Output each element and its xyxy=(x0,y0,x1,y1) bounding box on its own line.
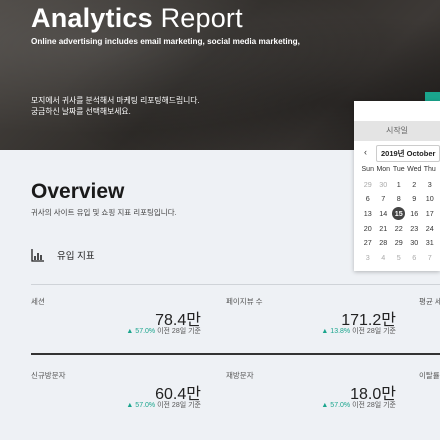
metric-label: 신규방문자 xyxy=(31,371,66,380)
calendar-day[interactable]: 29 xyxy=(391,238,407,247)
calendar-day[interactable]: 14 xyxy=(376,209,392,218)
arrow-up-icon: ▲ xyxy=(126,402,134,409)
weekday-label: Mon xyxy=(376,165,391,173)
metric-bounce-rate: 이탈률 xyxy=(419,370,440,415)
metric-label: 이탈률 xyxy=(419,371,440,380)
hero-subtitle: Online advertising includes email market… xyxy=(31,37,300,46)
metric-new-visitors: 신규방문자 60.4만 ▲ 57.0% 이전 28일 기준 xyxy=(31,370,201,415)
weekday-label: Wed xyxy=(407,165,422,173)
calendar-day[interactable]: 9 xyxy=(407,194,423,203)
page-title: Analytics Report xyxy=(31,3,243,33)
metric-label: 세션 xyxy=(31,297,45,306)
overview-description: 귀사의 사이트 유입 및 쇼핑 지표 리포팅입니다. xyxy=(31,208,177,217)
date-picker[interactable]: 시작일 ‹ 2019년 October Sun Mon Tue Wed Thu 29 30 1… xyxy=(354,101,440,271)
calendar-day[interactable]: 27 xyxy=(360,238,376,247)
weekday-label: Sun xyxy=(361,165,374,173)
calendar-day[interactable]: 7 xyxy=(376,194,392,203)
section-label: 유입 지표 xyxy=(57,251,95,262)
metric-change: ▲ 13.8% 이전 28일 기준 xyxy=(321,328,396,335)
calendar-grid: Sun Mon Tue Wed Thu 29 30 1 2 3 6 7 8 9 10 13 14 15 16 17 20… xyxy=(360,162,438,265)
bar-chart-icon xyxy=(31,249,44,262)
calendar-day[interactable]: 1 xyxy=(391,180,407,189)
calendar-day[interactable]: 3 xyxy=(360,253,376,262)
metric-label: 페이지뷰 수 xyxy=(226,297,263,306)
weekday-label: Tue xyxy=(392,165,405,173)
calendar-day[interactable]: 6 xyxy=(360,194,376,203)
calendar-day[interactable]: 30 xyxy=(407,238,423,247)
calendar-day[interactable]: 20 xyxy=(360,224,376,233)
hero-description: 모지에서 귀사를 분석해서 마케팅 리포팅해드립니다. 궁금하신 날짜를 선택해… xyxy=(31,96,200,116)
calendar-day[interactable]: 29 xyxy=(360,180,376,189)
calendar-week: 6 7 8 9 10 xyxy=(360,191,438,206)
calendar-day[interactable]: 6 xyxy=(407,253,423,262)
calendar-week: 20 21 22 23 24 xyxy=(360,221,438,236)
date-picker-header: 시작일 xyxy=(354,121,440,141)
divider xyxy=(31,353,440,355)
metric-label: 평균 세 xyxy=(419,297,440,306)
metric-change: ▲ 57.0% 이전 28일 기준 xyxy=(126,328,201,335)
calendar-day[interactable]: 22 xyxy=(391,224,407,233)
metric-sessions: 세션 78.4만 ▲ 57.0% 이전 28일 기준 xyxy=(31,296,201,341)
calendar-day[interactable]: 28 xyxy=(376,238,392,247)
calendar-day[interactable]: 10 xyxy=(422,194,438,203)
calendar-day[interactable]: 24 xyxy=(422,224,438,233)
calendar-day[interactable]: 13 xyxy=(360,209,376,218)
calendar-day[interactable]: 2 xyxy=(407,180,423,189)
calendar-week: 27 28 29 30 31 xyxy=(360,235,438,250)
metric-label: 재방문자 xyxy=(226,371,254,380)
calendar-day-selected[interactable]: 15 xyxy=(391,206,407,220)
calendar-week: 13 14 15 16 17 xyxy=(360,206,438,221)
chevron-left-icon[interactable]: ‹ xyxy=(364,147,367,157)
calendar-day[interactable]: 23 xyxy=(407,224,423,233)
overview-title: Overview xyxy=(31,180,125,203)
calendar-day[interactable]: 4 xyxy=(376,253,392,262)
arrow-up-icon: ▲ xyxy=(126,328,134,335)
arrow-up-icon: ▲ xyxy=(321,328,329,335)
calendar-day[interactable]: 31 xyxy=(422,238,438,247)
arrow-up-icon: ▲ xyxy=(321,402,329,409)
metric-change: ▲ 57.0% 이전 28일 기준 xyxy=(321,402,396,409)
metric-returning-visitors: 재방문자 18.0만 ▲ 57.0% 이전 28일 기준 xyxy=(226,370,396,415)
divider xyxy=(31,284,440,285)
metric-change: ▲ 57.0% 이전 28일 기준 xyxy=(126,402,201,409)
calendar-week: 34567 xyxy=(360,250,438,265)
calendar-day[interactable]: 17 xyxy=(422,209,438,218)
calendar-day[interactable]: 16 xyxy=(407,209,423,218)
calendar-day[interactable]: 30 xyxy=(376,180,392,189)
metric-pageviews: 페이지뷰 수 171.2만 ▲ 13.8% 이전 28일 기준 xyxy=(226,296,396,341)
weekday-label: Thu xyxy=(423,165,436,173)
calendar-day[interactable]: 5 xyxy=(391,253,407,262)
calendar-day[interactable]: 8 xyxy=(391,194,407,203)
month-select[interactable]: 2019년 October xyxy=(376,145,440,162)
calendar-week: 29 30 1 2 3 xyxy=(360,177,438,192)
calendar-day[interactable]: 21 xyxy=(376,224,392,233)
metric-avg-session: 평균 세 xyxy=(419,296,440,341)
calendar-day[interactable]: 7 xyxy=(422,253,438,262)
calendar-day[interactable]: 3 xyxy=(422,180,438,189)
section-header: 유입 지표 xyxy=(31,248,95,262)
